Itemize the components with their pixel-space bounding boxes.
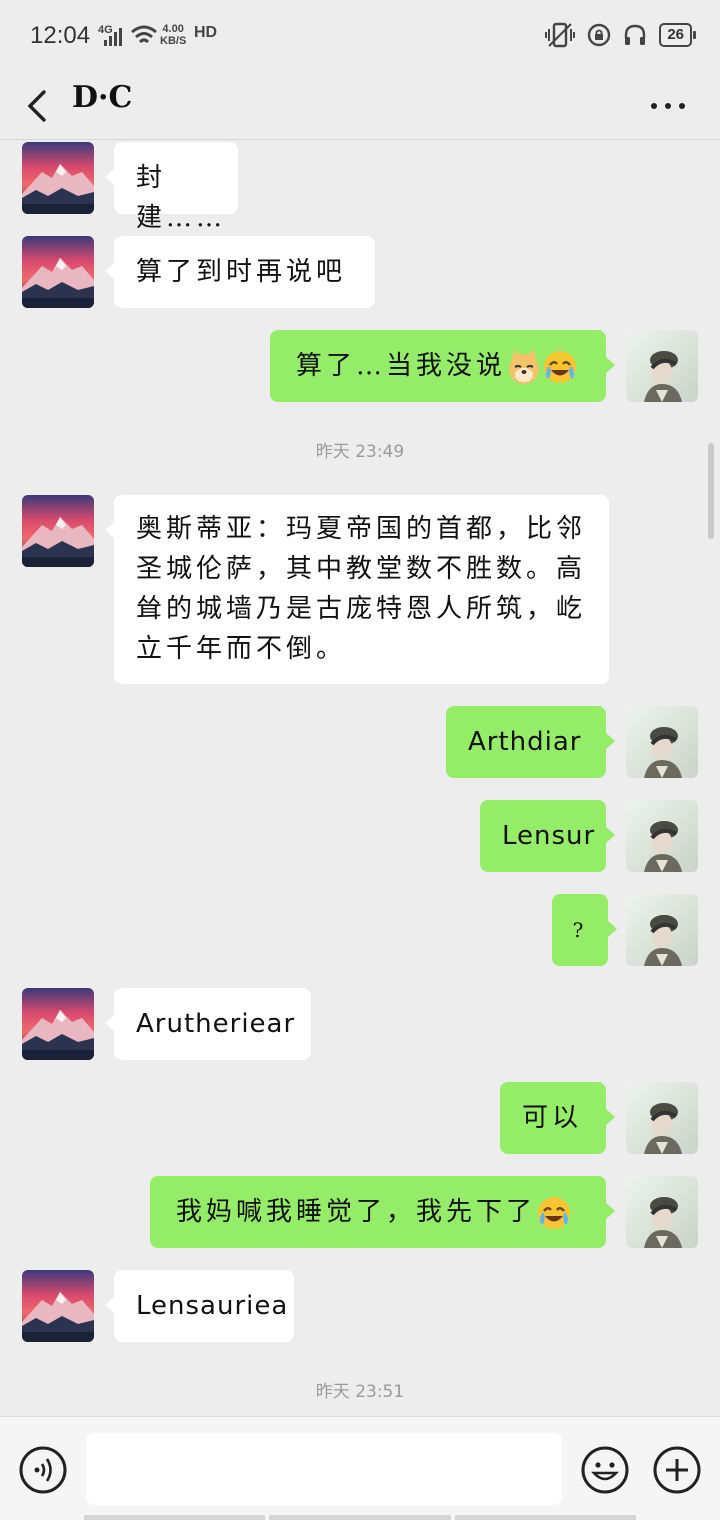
message-bubble-outgoing[interactable]: Arthdiar xyxy=(446,706,615,778)
emoji-face-icon[interactable] xyxy=(580,1445,630,1495)
hd-indicator: HD xyxy=(194,24,218,41)
message-bubble-outgoing[interactable]: ? xyxy=(552,894,617,966)
voice-icon[interactable] xyxy=(18,1445,68,1495)
message-bubble-incoming[interactable]: 奥斯蒂亚：玛夏帝国的首都，比邻圣城伦萨，其中教堂数不胜数。高耸的城墙乃是古庞特恩… xyxy=(105,495,609,684)
signal-icon xyxy=(104,28,122,46)
message-bubble-outgoing[interactable]: 可以 xyxy=(500,1082,615,1154)
battery-icon: 26 xyxy=(659,23,696,47)
laugh-cry-emoji-icon xyxy=(542,349,578,385)
message-list[interactable]: 封建…… 算了到时再说吧 算了…当我没说 昨天 23:49 奥斯蒂亚：玛夏帝国的… xyxy=(0,141,720,1416)
my-avatar[interactable] xyxy=(626,330,698,402)
message-bubble-outgoing[interactable]: 我妈喊我睡觉了，我先下了 xyxy=(150,1176,615,1248)
my-avatar[interactable] xyxy=(626,800,698,872)
network-speed: 4.00 KB/S xyxy=(160,23,187,47)
my-avatar[interactable] xyxy=(626,1082,698,1154)
my-avatar[interactable] xyxy=(626,894,698,966)
contact-avatar[interactable] xyxy=(22,236,94,308)
message-input[interactable] xyxy=(86,1433,562,1505)
plus-icon[interactable] xyxy=(652,1445,702,1495)
chevron-left-icon[interactable] xyxy=(22,82,52,130)
message-bubble-incoming[interactable]: Lensauriea xyxy=(105,1270,294,1342)
more-dots-icon[interactable] xyxy=(648,94,688,118)
scrollbar[interactable] xyxy=(708,443,714,539)
headphones-icon xyxy=(625,24,646,45)
message-timestamp: 昨天 23:49 xyxy=(315,442,405,462)
contact-avatar[interactable] xyxy=(22,495,94,567)
chat-header: D·C xyxy=(0,72,720,140)
status-time: 12:04 xyxy=(30,22,91,49)
contact-avatar[interactable] xyxy=(22,1270,94,1342)
status-bar: 12:04 4G 4.00 KB/S HD 26 xyxy=(0,0,720,72)
message-bubble-incoming[interactable]: Arutheriear xyxy=(105,988,311,1060)
my-avatar[interactable] xyxy=(626,1176,698,1248)
input-bar xyxy=(0,1416,720,1520)
laugh-cry-emoji-icon xyxy=(536,1195,572,1231)
doge-emoji-icon xyxy=(506,349,542,385)
contact-avatar[interactable] xyxy=(22,988,94,1060)
vibrate-icon xyxy=(545,22,576,48)
gesture-bar xyxy=(84,1515,636,1520)
message-bubble-outgoing[interactable]: Lensur xyxy=(480,800,615,872)
message-bubble-incoming[interactable]: 算了到时再说吧 xyxy=(105,236,375,308)
message-timestamp: 昨天 23:51 xyxy=(315,1382,405,1402)
my-avatar[interactable] xyxy=(626,706,698,778)
message-bubble-outgoing[interactable]: 算了…当我没说 xyxy=(270,330,615,402)
wifi-icon xyxy=(131,25,157,44)
chat-title: D·C xyxy=(72,80,133,115)
lock-rotation-icon xyxy=(588,23,611,47)
contact-avatar[interactable] xyxy=(22,142,94,214)
message-bubble-incoming[interactable]: 封建…… xyxy=(105,142,238,233)
